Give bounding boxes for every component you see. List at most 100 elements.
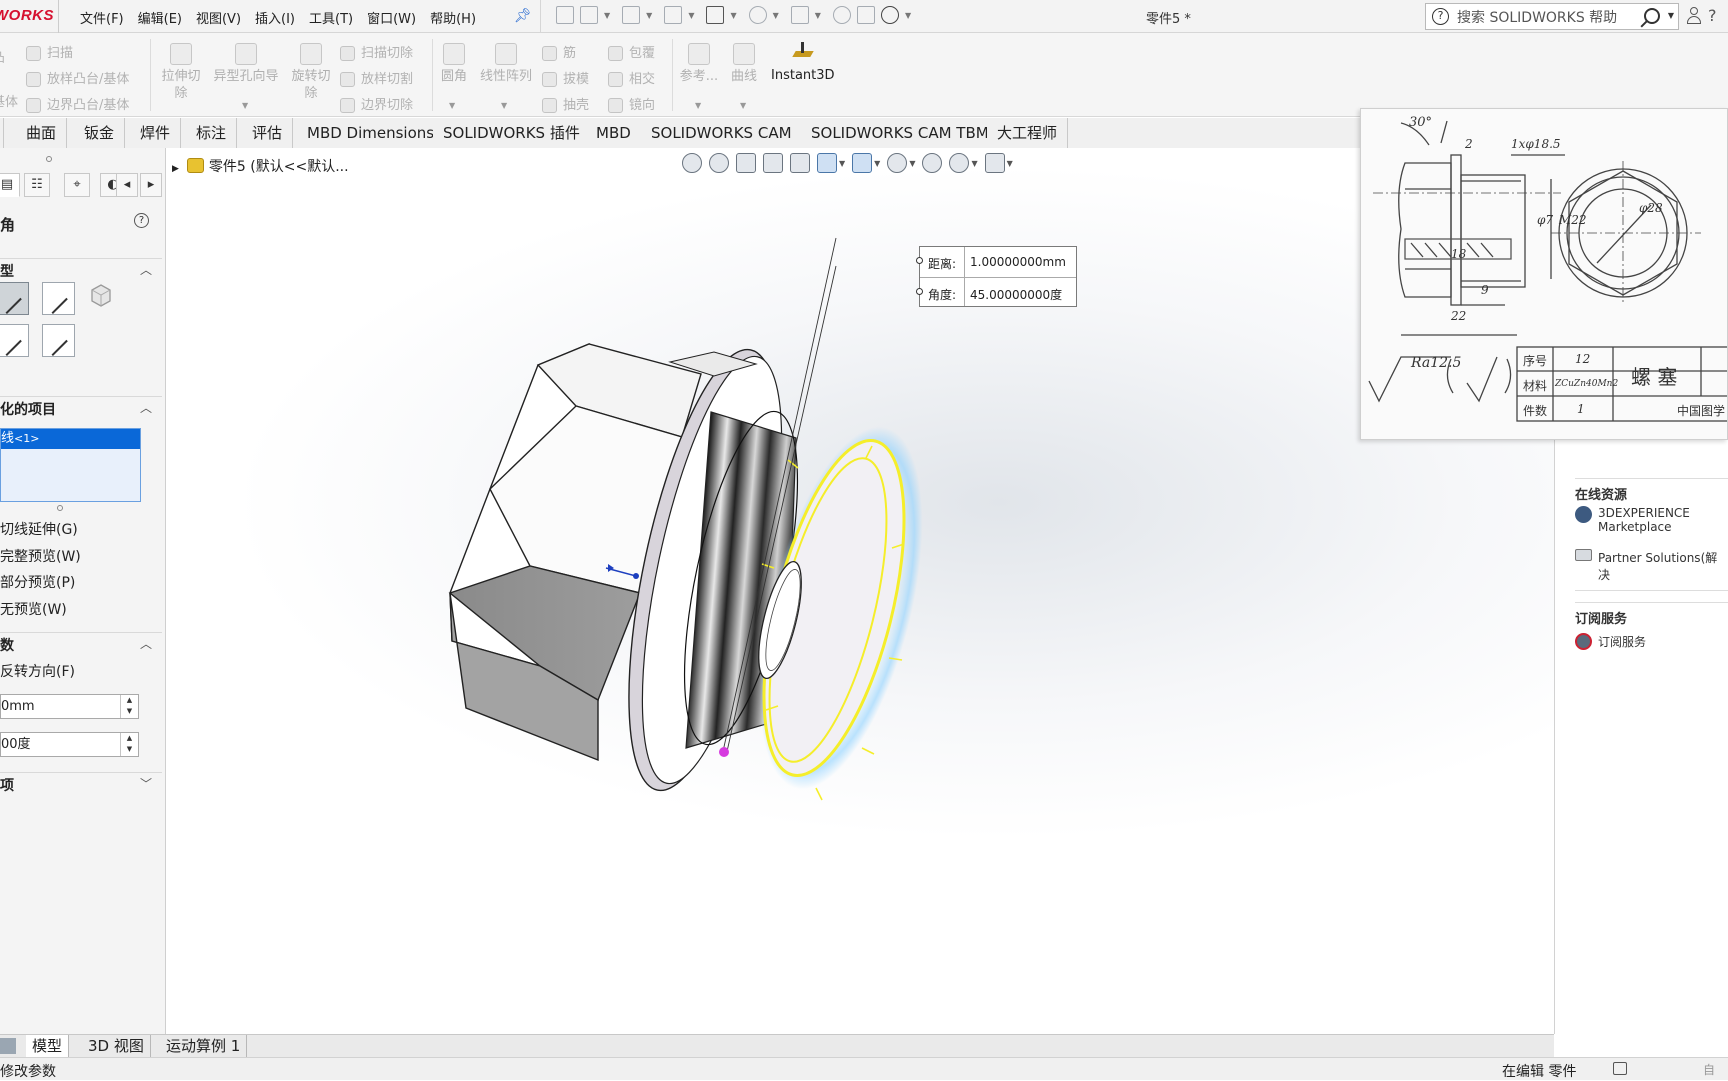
sweep-cut-button[interactable]: 扫描切除 (340, 42, 413, 61)
scroll-left-icon[interactable]: ◂ (116, 173, 138, 197)
rib-button[interactable]: 筋 (542, 42, 576, 61)
pin-icon[interactable]: 📌︎ (514, 8, 532, 24)
chamfer-dimension-callout[interactable]: 距离: 1.00000000mm 角度: 45.00000000度 (916, 246, 1077, 307)
chamfer-face-face-button[interactable] (42, 324, 75, 357)
chevron-down-icon[interactable]: ▼ (688, 11, 694, 20)
callout-handle[interactable] (916, 257, 923, 264)
section-chamfer-options[interactable]: 项 ﹀ (0, 772, 162, 794)
splitter-handle[interactable] (46, 156, 52, 162)
units-icon[interactable] (1613, 1062, 1627, 1075)
help-icon[interactable]: ? (134, 213, 149, 228)
partner-solutions-link[interactable]: Partner Solutions(解决 (1575, 549, 1728, 583)
section-items-to-chamfer[interactable]: 化的项目 ︿ (0, 396, 162, 418)
tangent-propagation-checkbox[interactable]: 切线延伸(G) (0, 519, 78, 539)
chevron-down-icon[interactable]: ▼ (815, 11, 821, 20)
menu-window[interactable]: 窗口(W) (367, 8, 416, 27)
tab-solidworks-cam-tbm[interactable]: SOLIDWORKS CAM TBM (801, 118, 1000, 148)
tab-weldments[interactable]: 焊件 (130, 118, 182, 148)
boundary-boss-button[interactable]: 边界凸台/基体 (26, 94, 129, 113)
selection-list[interactable]: 线<1> (0, 428, 141, 502)
resize-handle[interactable] (57, 505, 63, 511)
callout-angle-row[interactable]: 角度: 45.00000000度 (916, 277, 1076, 307)
tab-surfaces[interactable]: 曲面 (16, 118, 68, 148)
section-chamfer-parameters[interactable]: 数 ︿ (0, 632, 162, 654)
tab-features[interactable] (0, 118, 4, 148)
chevron-down-icon[interactable]: ▼ (905, 11, 911, 20)
select-cursor-icon[interactable] (790, 6, 809, 24)
search-input[interactable]: 搜索 SOLIDWORKS 帮助 (1457, 7, 1617, 27)
rebuild-icon[interactable] (832, 6, 851, 24)
spinner-arrows[interactable]: ▲ ▼ (120, 733, 138, 756)
search-box[interactable]: ? 搜索 SOLIDWORKS 帮助 ▼ (1425, 3, 1679, 30)
home-icon[interactable] (556, 6, 574, 24)
distance-input[interactable]: 0mm ▲ ▼ (0, 694, 139, 719)
user-icon[interactable] (1687, 6, 1701, 26)
callout-handle[interactable] (916, 288, 923, 295)
status-units[interactable]: 自 (1703, 1061, 1715, 1078)
curves-button[interactable]: 曲线 (726, 43, 762, 85)
instant3d-button[interactable]: Instant3D (771, 42, 835, 83)
chevron-down-icon[interactable]: ▼ (773, 11, 779, 20)
open-folder-icon[interactable] (622, 6, 641, 24)
menu-help[interactable]: 帮助(H) (430, 8, 476, 27)
search-icon[interactable] (1644, 8, 1660, 24)
tab-mbd-dimensions[interactable]: MBD Dimensions (297, 118, 446, 148)
menu-insert[interactable]: 插入(I) (255, 8, 295, 27)
graphics-area[interactable]: ▶ 零件5 (默认<<默认... ▼ ▼ ▼ ▼ ▼ 距离: 1.0000000… (166, 148, 1554, 1034)
tab-3d-views[interactable]: 3D 视图 (82, 1035, 151, 1057)
draft-button[interactable]: 拔模 (542, 68, 589, 87)
section-chamfer-type[interactable]: 型 ︿ (0, 258, 162, 280)
chevron-down-icon[interactable]: ▼ (501, 101, 507, 110)
loft-cut-button[interactable]: 放样切割 (340, 68, 413, 87)
revolve-cut-button[interactable]: 旋转切除 (288, 43, 334, 102)
save-icon[interactable] (664, 6, 683, 24)
menu-edit[interactable]: 编辑(E) (138, 8, 182, 27)
chevron-down-icon[interactable]: ▼ (449, 101, 455, 110)
chamfer-vertex-button[interactable] (88, 282, 121, 315)
no-preview-radio[interactable]: 无预览(W) (0, 599, 67, 619)
gear-icon[interactable] (880, 6, 899, 24)
part-model[interactable] (166, 148, 1554, 1034)
tab-motion-study-1[interactable]: 运动算例 1 (160, 1035, 248, 1057)
chevron-down-icon[interactable]: ▼ (730, 11, 736, 20)
extrude-cut-button[interactable]: 拉伸切除 (158, 43, 204, 102)
fillet-button[interactable]: 圆角 (436, 43, 472, 85)
hole-wizard-button[interactable]: 异型孔向导 (210, 43, 282, 85)
tab-solidworks-addins[interactable]: SOLIDWORKS 插件 (433, 118, 591, 148)
chevron-down-icon[interactable]: ▼ (1668, 11, 1674, 20)
intersect-button[interactable]: 相交 (608, 68, 655, 87)
tab-configuration-manager[interactable]: ⌖ (64, 173, 90, 197)
tab-scroll-icon[interactable] (0, 1038, 16, 1054)
spinner-arrows[interactable]: ▲ ▼ (120, 695, 138, 718)
tab-mbd[interactable]: MBD (586, 118, 642, 148)
reverse-direction-checkbox[interactable]: 反转方向(F) (0, 661, 75, 681)
partial-preview-radio[interactable]: 部分预览(P) (0, 572, 75, 592)
sweep-button[interactable]: 扫描 (26, 42, 73, 61)
shell-button[interactable]: 抽壳 (542, 94, 589, 113)
tab-evaluate[interactable]: 评估 (242, 118, 294, 148)
angle-input[interactable]: 00度 ▲ ▼ (0, 732, 139, 757)
linear-pattern-button[interactable]: 线性阵列 (476, 43, 536, 85)
callout-distance-row[interactable]: 距离: 1.00000000mm (916, 247, 1076, 277)
scroll-right-icon[interactable]: ▸ (140, 173, 162, 197)
callout-distance-value[interactable]: 1.00000000mm (970, 255, 1066, 269)
chevron-down-icon[interactable]: ▼ (604, 11, 610, 20)
print-icon[interactable] (706, 6, 725, 24)
chamfer-offset-face-button[interactable] (0, 324, 29, 357)
wrap-button[interactable]: 包覆 (608, 42, 655, 61)
undo-icon[interactable] (748, 6, 767, 24)
callout-angle-value[interactable]: 45.00000000度 (970, 286, 1062, 303)
selected-edge-item[interactable]: 线<1> (1, 429, 140, 449)
menu-view[interactable]: 视图(V) (196, 8, 241, 27)
tab-engineer[interactable]: 大工程师 (987, 118, 1069, 148)
loft-button[interactable]: 放样凸台/基体 (26, 68, 129, 87)
file-properties-icon[interactable] (856, 6, 875, 24)
tab-model[interactable]: 模型 (26, 1035, 70, 1057)
boundary-cut-button[interactable]: 边界切除 (340, 94, 413, 113)
menu-tools[interactable]: 工具(T) (309, 8, 353, 27)
chevron-down-icon[interactable]: ▼ (242, 101, 248, 110)
tab-property-manager[interactable]: ☷ (24, 173, 50, 197)
chamfer-distance-distance-button[interactable] (42, 282, 75, 315)
full-preview-radio[interactable]: 完整预览(W) (0, 546, 81, 566)
tab-solidworks-cam[interactable]: SOLIDWORKS CAM (641, 118, 803, 148)
